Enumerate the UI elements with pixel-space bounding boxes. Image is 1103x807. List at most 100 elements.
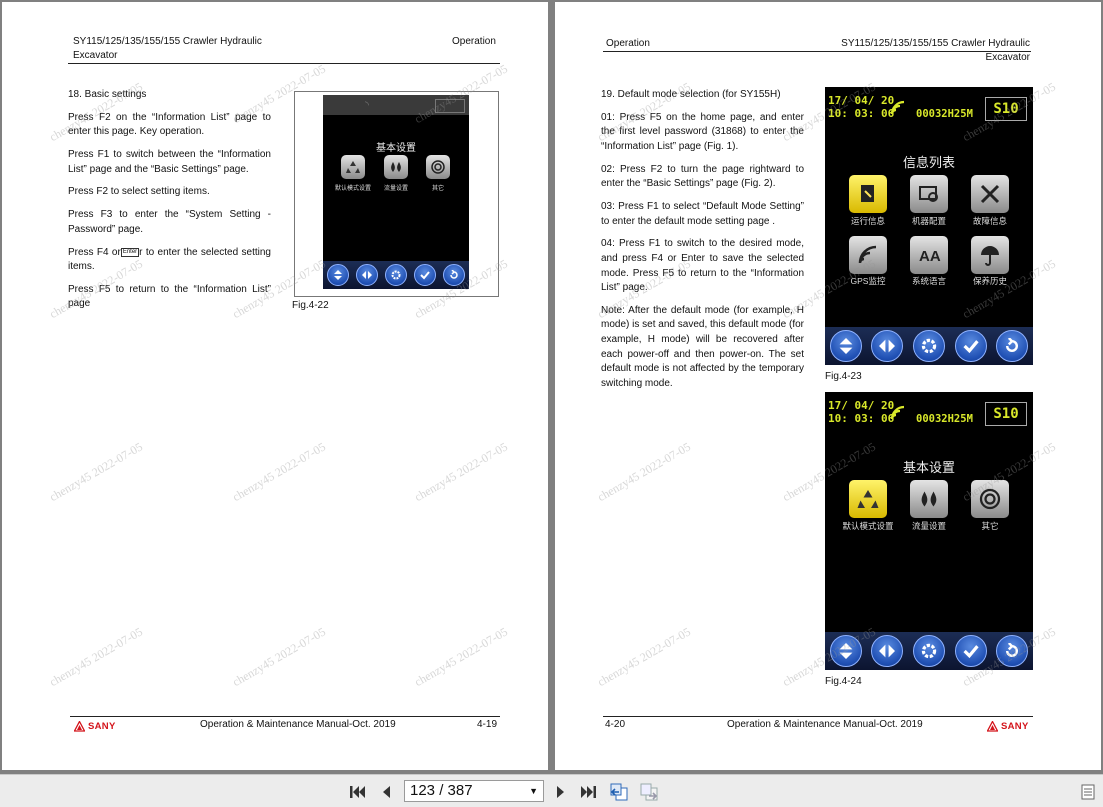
section-body: 19. Default mode selection (for SY155H) …: [601, 88, 804, 400]
screen-button-bar: [323, 261, 469, 289]
chevron-down-icon[interactable]: ▼: [529, 781, 538, 801]
header-section: Operation: [452, 36, 496, 47]
item-label: 故障信息: [972, 216, 1007, 226]
figure-caption: Fig.4-22: [292, 300, 329, 311]
footer-manual: Operation & Maintenance Manual-Oct. 2019: [200, 719, 396, 730]
sany-logo-icon: [74, 721, 85, 732]
maintenance-history-icon: [971, 236, 1009, 274]
logo-text: SANY: [88, 721, 116, 732]
time-readout: 10: 03: 06: [828, 412, 895, 425]
gear-icon: [912, 635, 945, 667]
next-view-icon[interactable]: [637, 781, 661, 803]
sany-logo: SANY: [74, 721, 116, 732]
watermark: chenzy45 2022-07-05: [47, 624, 145, 690]
paragraph: 01: Press F5 on the home page, and enter…: [601, 111, 804, 152]
display-screen-fig23: 17/ 04/ 20 10: 03: 06 00032H25M S10 信息列表…: [825, 87, 1033, 365]
section-body: 18. Basic settings Press F2 on the “Info…: [68, 88, 271, 320]
paragraph: 03: Press F1 to select “Default Mode Set…: [601, 200, 804, 227]
next-page-icon[interactable]: [549, 781, 573, 803]
item-label: 其它: [981, 521, 999, 531]
page-indicator: 123 / 387: [410, 782, 473, 799]
screen-title: 信息列表: [902, 155, 955, 170]
header-section: Operation: [606, 38, 650, 49]
mode-indicator: S10: [985, 402, 1027, 426]
header-rule: [68, 63, 500, 64]
screen-button-bar: [825, 632, 1033, 670]
gear-icon: [912, 330, 945, 362]
document-properties-icon[interactable]: [1076, 781, 1100, 803]
paragraph: Press F1 to switch between the “Informat…: [68, 148, 271, 175]
header-title: SY115/125/135/155/155 Crawler Hydraulic …: [73, 36, 262, 61]
updown-arrow-icon: [829, 330, 862, 362]
item-label: 默认模式设置: [842, 521, 894, 531]
sany-logo-icon: [987, 721, 998, 732]
paragraph: Press F3 to enter the “System Setting - …: [68, 209, 271, 235]
mode-box: [435, 99, 465, 113]
document-page-left: SY115/125/135/155/155 Crawler Hydraulic …: [2, 2, 548, 770]
return-icon: [996, 635, 1029, 667]
watermark: chenzy45 2022-07-05: [47, 439, 145, 505]
item-label: GPS监控: [850, 276, 886, 286]
previous-view-icon[interactable]: [607, 781, 631, 803]
time-readout: 10: 03: 06: [828, 107, 895, 120]
screen-title: 基本设置: [376, 143, 416, 154]
machine-config-icon: [910, 175, 948, 213]
section-heading: 19. Default mode selection (for SY155H): [601, 89, 781, 100]
watermark: chenzy45 2022-07-05: [412, 439, 510, 505]
updown-arrow-icon: [829, 635, 862, 667]
target-icon: [971, 480, 1009, 518]
item-label: 系统语言: [911, 276, 946, 286]
item-label: 其它: [431, 186, 444, 192]
display-screen-fig24: 17/ 04/ 20 10: 03: 06 00032H25M S10 基本设置…: [825, 392, 1033, 670]
previous-page-icon[interactable]: [374, 781, 398, 803]
footer-rule: [603, 716, 1033, 717]
leftright-arrow-icon: [355, 264, 378, 286]
return-icon: [996, 330, 1029, 362]
item-label: 流量设置: [383, 186, 408, 192]
drops-icon: [384, 155, 408, 179]
check-icon: [954, 635, 987, 667]
mode-indicator: S10: [985, 97, 1027, 121]
leftright-arrow-icon: [871, 330, 904, 362]
page-number-input[interactable]: 123 / 387 ▼: [404, 780, 544, 802]
last-page-icon[interactable]: [576, 781, 600, 803]
watermark: chenzy45 2022-07-05: [230, 624, 328, 690]
fault-info-icon: [971, 175, 1009, 213]
signal-icon: [890, 100, 906, 121]
date-readout: 17/ 04/ 20: [828, 94, 895, 107]
hour-meter: 00032H25M: [916, 108, 973, 120]
gps-icon: [849, 236, 887, 274]
target-icon: [426, 155, 450, 179]
first-page-icon[interactable]: [346, 781, 370, 803]
paragraph: Press F2 on the “Information List” page …: [68, 111, 271, 138]
item-label: 运行信息: [850, 216, 885, 226]
paragraph: Press F2 to select setting items.: [68, 186, 210, 198]
figure-caption: Fig.4-24: [825, 676, 862, 687]
hour-meter: 00032H25M: [916, 413, 973, 425]
item-label: 保养历史: [972, 276, 1007, 286]
item-label: 流量设置: [911, 521, 946, 531]
drops-icon: [910, 480, 948, 518]
paragraph: Press F5 to return to the “Information L…: [68, 283, 271, 310]
check-icon: [954, 330, 987, 362]
footer-manual: Operation & Maintenance Manual-Oct. 2019: [727, 719, 923, 730]
recycle-icon: [341, 155, 365, 179]
date-readout: 17/ 04/ 20: [828, 399, 895, 412]
signal-icon: [890, 405, 906, 426]
item-label: 机器配置: [911, 216, 946, 226]
screen-button-bar: [825, 327, 1033, 365]
item-label: 默认模式设置: [334, 186, 371, 192]
svg-text:AA: AA: [919, 248, 941, 265]
paragraph: 02: Press F2 to turn the page rightward …: [601, 163, 804, 190]
text: Press F4 or: [68, 246, 121, 258]
section-heading: 18. Basic settings: [68, 89, 147, 100]
document-page-right: Operation SY115/125/135/155/155 Crawler …: [555, 2, 1101, 770]
updown-arrow-icon: [326, 264, 349, 286]
header-rule: [603, 51, 1031, 52]
enter-key-icon: Enter: [120, 247, 140, 257]
sany-logo: SANY: [987, 721, 1029, 732]
watermark: chenzy45 2022-07-05: [595, 439, 693, 505]
recycle-icon: [849, 480, 887, 518]
check-icon: [414, 264, 437, 286]
paragraph: 04: Press F1 to switch to the desired mo…: [601, 238, 804, 294]
